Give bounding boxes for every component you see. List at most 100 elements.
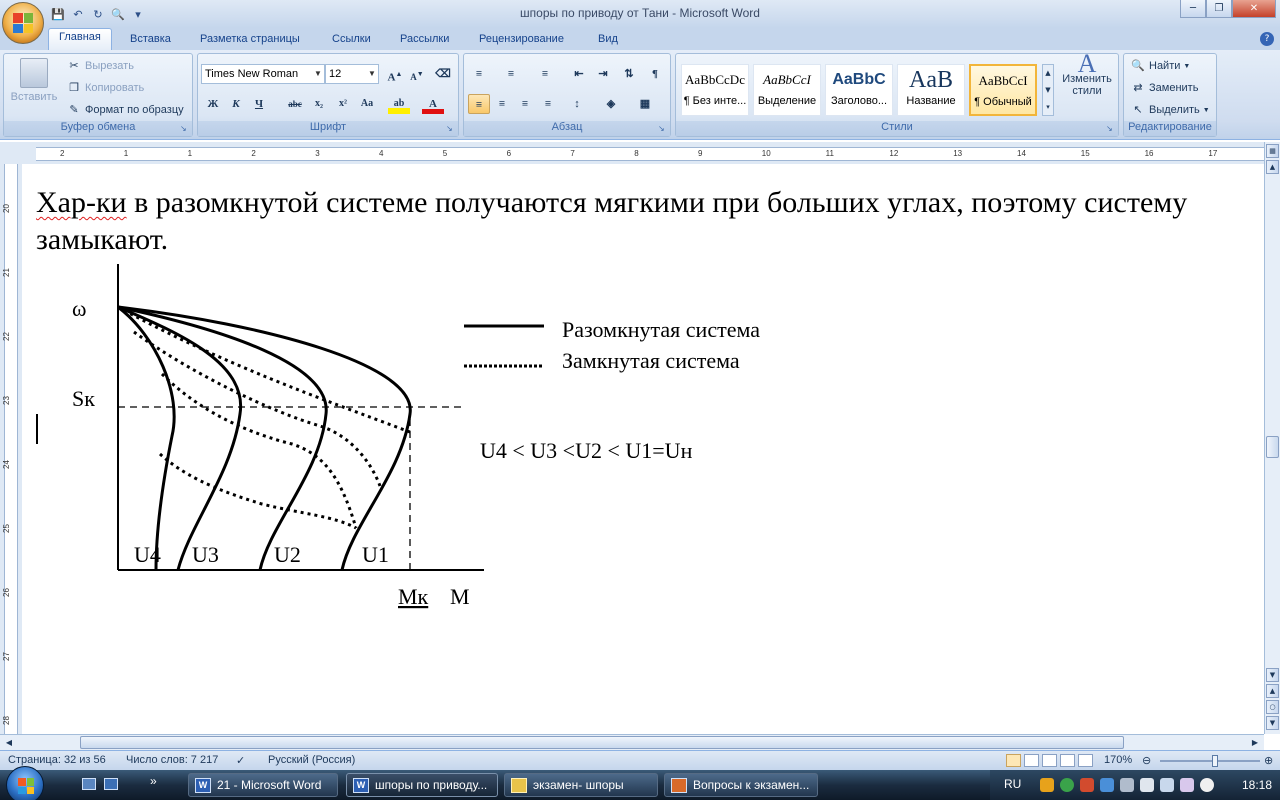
- paste-button[interactable]: Вставить: [10, 58, 58, 103]
- change-case-icon[interactable]: Aa: [356, 94, 378, 114]
- zoom-in-icon[interactable]: ⊕: [1264, 754, 1273, 767]
- find-button[interactable]: 🔍 Найти ▼: [1130, 58, 1190, 74]
- pilcrow-icon[interactable]: ¶: [644, 64, 666, 84]
- task-word-shpory[interactable]: Wшпоры по приводу...: [346, 773, 498, 797]
- bullets-icon[interactable]: ≡: [468, 64, 490, 84]
- draft-icon[interactable]: [1078, 754, 1093, 767]
- print-layout-icon[interactable]: [1006, 754, 1021, 767]
- tab-mailings[interactable]: Рассылки: [400, 31, 449, 50]
- change-styles-button[interactable]: A Изменить стили: [1058, 51, 1116, 98]
- dialog-launcher-icon[interactable]: ↘: [180, 124, 190, 134]
- scroll-down-icon[interactable]: ▼: [1266, 668, 1279, 682]
- ruler-toggle-icon[interactable]: ▦: [1266, 144, 1279, 158]
- select-button[interactable]: ↖ Выделить ▼: [1130, 102, 1209, 118]
- help-icon[interactable]: ?: [1260, 32, 1274, 46]
- align-left-icon[interactable]: ≡: [468, 94, 490, 114]
- office-button[interactable]: [2, 2, 44, 44]
- scroll-thumb[interactable]: [1266, 436, 1279, 458]
- word-count[interactable]: Число слов: 7 217: [126, 754, 218, 766]
- style-emphasis[interactable]: AaBbCcI Выделение: [753, 64, 821, 116]
- tab-view[interactable]: Вид: [598, 31, 618, 50]
- vertical-ruler[interactable]: 20 21 22 23 24 25 26 27 28: [0, 164, 22, 734]
- subscript-icon[interactable]: x₂: [308, 94, 330, 114]
- tray-antivirus-icon[interactable]: [1080, 778, 1094, 792]
- proofing-icon[interactable]: ✓: [236, 754, 245, 767]
- tray-volume-icon[interactable]: [1140, 778, 1154, 792]
- web-layout-icon[interactable]: [1042, 754, 1057, 767]
- underline-icon[interactable]: Ч: [248, 94, 270, 114]
- start-button[interactable]: [6, 766, 44, 800]
- scroll-left-icon[interactable]: ◀: [2, 736, 16, 749]
- close-button[interactable]: ✕: [1232, 0, 1276, 18]
- font-color-icon[interactable]: A: [422, 94, 444, 114]
- clear-formatting-icon[interactable]: ⌫: [432, 64, 454, 84]
- line-spacing-icon[interactable]: ↕: [566, 94, 588, 114]
- vertical-scrollbar[interactable]: ▦ ▲ ▼ ▲ ○ ▼: [1264, 142, 1280, 734]
- decrease-indent-icon[interactable]: ⇤: [568, 64, 590, 84]
- tab-review[interactable]: Рецензирование: [479, 31, 564, 50]
- replace-button[interactable]: ⇄ Заменить: [1130, 80, 1198, 96]
- outline-icon[interactable]: [1060, 754, 1075, 767]
- justify-icon[interactable]: ≡: [537, 94, 559, 114]
- switch-windows-icon[interactable]: [104, 778, 118, 790]
- tab-insert[interactable]: Вставка: [130, 31, 171, 50]
- multilevel-list-icon[interactable]: ≡: [534, 64, 556, 84]
- prev-page-icon[interactable]: ▲: [1266, 684, 1279, 698]
- task-folder-exam[interactable]: экзамен- шпоры: [504, 773, 658, 797]
- font-family-combo[interactable]: Times New Roman ▼: [201, 64, 325, 84]
- horizontal-ruler[interactable]: 2112345678910111213141516171819: [0, 142, 1280, 164]
- borders-icon[interactable]: ▦: [634, 94, 656, 114]
- tray-status-icon[interactable]: [1060, 778, 1074, 792]
- tray-app-icon[interactable]: [1040, 778, 1054, 792]
- tray-network-icon[interactable]: [1100, 778, 1114, 792]
- task-word-21[interactable]: W 21 - Microsoft Word: [188, 773, 338, 797]
- page-count[interactable]: Страница: 32 из 56: [8, 754, 106, 766]
- sort-icon[interactable]: ⇅: [618, 64, 640, 84]
- hscroll-thumb[interactable]: [80, 736, 1124, 749]
- align-right-icon[interactable]: ≡: [514, 94, 536, 114]
- grow-font-icon[interactable]: A▲: [384, 64, 406, 84]
- language-status[interactable]: Русский (Россия): [268, 754, 355, 766]
- document-page[interactable]: Хар-ки в разомкнутой системе получаются …: [22, 164, 1262, 734]
- dialog-launcher-icon[interactable]: ↘: [1106, 124, 1116, 134]
- tab-page-layout[interactable]: Разметка страницы: [200, 31, 300, 50]
- copy-button[interactable]: ❐ Копировать: [66, 80, 144, 96]
- align-center-icon[interactable]: ≡: [491, 94, 513, 114]
- horizontal-scrollbar[interactable]: ◀ ▶: [0, 734, 1264, 750]
- cut-button[interactable]: ✂ Вырезать: [66, 58, 134, 74]
- speaker-icon[interactable]: [1200, 778, 1214, 792]
- zoom-slider[interactable]: [1160, 755, 1260, 767]
- show-desktop-icon[interactable]: [82, 778, 96, 790]
- next-page-icon[interactable]: ▼: [1266, 716, 1279, 730]
- tray-devices-icon[interactable]: [1180, 778, 1194, 792]
- font-size-combo[interactable]: 12 ▼: [325, 64, 379, 84]
- highlight-icon[interactable]: ab: [388, 94, 410, 114]
- dialog-launcher-icon[interactable]: ↘: [446, 124, 456, 134]
- superscript-icon[interactable]: x²: [332, 94, 354, 114]
- scroll-up-icon[interactable]: ▲: [1266, 160, 1279, 174]
- style-heading[interactable]: AaBbC Заголово...: [825, 64, 893, 116]
- scroll-right-icon[interactable]: ▶: [1248, 736, 1262, 749]
- numbering-icon[interactable]: ≡: [500, 64, 522, 84]
- style-no-spacing[interactable]: AaBbCcDc ¶ Без инте...: [681, 64, 749, 116]
- tray-settings-icon[interactable]: [1120, 778, 1134, 792]
- styles-scroll[interactable]: ▲ ▼ ▾: [1042, 64, 1054, 116]
- italic-icon[interactable]: К: [225, 94, 247, 114]
- browse-object-icon[interactable]: ○: [1266, 700, 1279, 714]
- clock[interactable]: 18:18: [1242, 778, 1272, 792]
- strikethrough-icon[interactable]: abc: [284, 94, 306, 114]
- zoom-level[interactable]: 170%: [1104, 754, 1132, 766]
- style-title[interactable]: AaB Название: [897, 64, 965, 116]
- bold-icon[interactable]: Ж: [202, 94, 224, 114]
- language-indicator[interactable]: RU: [1004, 777, 1021, 791]
- dialog-launcher-icon[interactable]: ↘: [658, 124, 668, 134]
- tab-home[interactable]: Главная: [48, 28, 112, 50]
- task-questions[interactable]: Вопросы к экзамен...: [664, 773, 818, 797]
- taskbar-overflow-icon[interactable]: »: [150, 774, 157, 788]
- full-screen-reading-icon[interactable]: [1024, 754, 1039, 767]
- zoom-slider-thumb[interactable]: [1212, 755, 1218, 767]
- style-normal[interactable]: AaBbCcI ¶ Обычный: [969, 64, 1037, 116]
- increase-indent-icon[interactable]: ⇥: [592, 64, 614, 84]
- format-painter-button[interactable]: ✎ Формат по образцу: [66, 102, 183, 118]
- shading-icon[interactable]: ◈: [600, 94, 622, 114]
